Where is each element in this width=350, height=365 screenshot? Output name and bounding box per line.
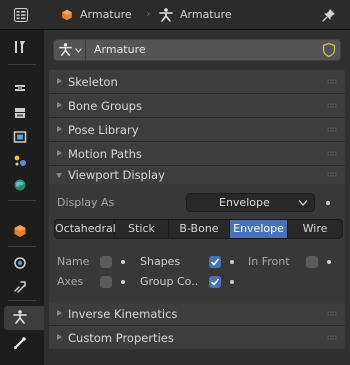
object-icon bbox=[62, 9, 72, 21]
expand-arrow-icon bbox=[56, 173, 62, 178]
output-icon bbox=[15, 108, 25, 118]
breadcrumb-object: Armature bbox=[80, 8, 132, 21]
bone-icon bbox=[14, 337, 26, 349]
tab-world[interactable] bbox=[4, 174, 40, 198]
section-viewport-display[interactable]: Viewport Display bbox=[49, 166, 345, 184]
in-front-checkbox[interactable] bbox=[306, 256, 318, 268]
collapse-arrow-icon bbox=[57, 78, 62, 84]
section-pose-library[interactable]: Pose Library bbox=[49, 118, 345, 141]
display-as-label: Display As bbox=[57, 196, 115, 209]
drag-grip-icon[interactable] bbox=[327, 151, 337, 156]
viewport-display-content: Display As Envelope Octahedral Stick B-B… bbox=[49, 184, 345, 302]
keyframe-dot-icon[interactable] bbox=[230, 280, 234, 284]
section-title: Custom Properties bbox=[68, 331, 174, 345]
checkmark-icon bbox=[210, 258, 220, 266]
drag-grip-icon[interactable] bbox=[327, 79, 337, 84]
tab-render[interactable] bbox=[4, 78, 40, 102]
constraints-icon bbox=[14, 257, 26, 269]
drag-grip-icon[interactable] bbox=[327, 172, 337, 177]
drag-grip-icon[interactable] bbox=[327, 127, 337, 132]
name-checkbox[interactable] bbox=[100, 256, 112, 268]
collapse-arrow-icon bbox=[57, 150, 62, 156]
tab-object[interactable] bbox=[4, 220, 40, 244]
display-type-selector: Octahedral Stick B-Bone Envelope Wire bbox=[54, 219, 343, 239]
tool-icon bbox=[15, 41, 25, 53]
display-as-value: Envelope bbox=[219, 196, 270, 209]
option-stick[interactable]: Stick bbox=[115, 220, 169, 238]
option-octahedral[interactable]: Octahedral bbox=[55, 220, 116, 238]
section-title: Viewport Display bbox=[68, 168, 165, 182]
section-inverse-kinematics[interactable]: Inverse Kinematics bbox=[49, 302, 345, 325]
collapse-arrow-icon bbox=[57, 126, 62, 132]
tab-scene[interactable] bbox=[4, 150, 40, 174]
keyframe-dot-icon[interactable] bbox=[121, 260, 125, 264]
tab-physics[interactable] bbox=[4, 276, 40, 300]
tab-output[interactable] bbox=[4, 102, 40, 126]
tab-bone[interactable] bbox=[4, 332, 40, 356]
keyframe-dot-icon[interactable] bbox=[327, 260, 331, 264]
tab-tool[interactable] bbox=[4, 36, 40, 60]
shapes-label: Shapes bbox=[140, 255, 181, 268]
chevron-down-icon bbox=[298, 200, 308, 206]
section-motion-paths[interactable]: Motion Paths bbox=[49, 142, 345, 165]
keyframe-dot-icon[interactable] bbox=[121, 280, 125, 284]
section-title: Motion Paths bbox=[68, 147, 142, 161]
armature-data-icon bbox=[159, 8, 173, 22]
option-b-bone[interactable]: B-Bone bbox=[169, 220, 230, 238]
section-custom-properties[interactable]: Custom Properties bbox=[49, 326, 345, 349]
option-wire[interactable]: Wire bbox=[288, 220, 342, 238]
fake-user-button[interactable] bbox=[318, 40, 340, 60]
armature-datablock-selector: Armature bbox=[53, 39, 341, 61]
section-title: Skeleton bbox=[68, 75, 118, 89]
keyframe-dot-icon[interactable] bbox=[326, 201, 330, 205]
pin-icon[interactable] bbox=[322, 8, 336, 22]
tab-view-layer[interactable] bbox=[4, 126, 40, 150]
keyframe-dot-icon[interactable] bbox=[230, 260, 234, 264]
group-colors-checkbox[interactable] bbox=[209, 276, 221, 288]
datablock-browse-button[interactable] bbox=[54, 40, 86, 60]
option-envelope[interactable]: Envelope bbox=[230, 220, 288, 238]
datablock-name-field[interactable]: Armature bbox=[94, 43, 146, 56]
section-title: Inverse Kinematics bbox=[68, 307, 178, 321]
axes-checkbox[interactable] bbox=[100, 276, 112, 288]
group-colors-label: Group Co.. bbox=[140, 275, 199, 288]
drag-grip-icon[interactable] bbox=[327, 311, 337, 316]
checkmark-icon bbox=[210, 278, 220, 286]
properties-header: Armature › Armature bbox=[44, 0, 350, 30]
drag-grip-icon[interactable] bbox=[327, 103, 337, 108]
render-icon bbox=[15, 85, 25, 91]
section-bone-groups[interactable]: Bone Groups bbox=[49, 94, 345, 117]
section-title: Bone Groups bbox=[68, 99, 142, 113]
scene-icon bbox=[14, 155, 26, 166]
in-front-label: In Front bbox=[248, 255, 290, 268]
armature-properties-panel: Armature Skeleton Bone Groups Pose Libra… bbox=[44, 30, 350, 365]
collapse-arrow-icon bbox=[57, 102, 62, 108]
armature-data-icon bbox=[13, 310, 27, 324]
shapes-checkbox[interactable] bbox=[209, 256, 221, 268]
section-skeleton[interactable]: Skeleton bbox=[49, 70, 345, 93]
shield-icon bbox=[322, 42, 336, 58]
editor-type-area bbox=[0, 0, 44, 30]
link-icon bbox=[14, 281, 26, 293]
axes-label: Axes bbox=[57, 275, 84, 288]
chevron-down-icon bbox=[75, 48, 82, 53]
tab-armature-data[interactable] bbox=[4, 306, 44, 330]
world-icon bbox=[14, 179, 26, 191]
collapse-arrow-icon bbox=[57, 334, 62, 340]
display-as-dropdown[interactable]: Envelope bbox=[186, 193, 315, 212]
breadcrumb-separator-icon: › bbox=[146, 7, 151, 20]
view-layer-icon bbox=[13, 131, 27, 143]
name-label: Name bbox=[57, 255, 90, 268]
armature-data-icon bbox=[59, 43, 72, 56]
drag-grip-icon[interactable] bbox=[327, 335, 337, 340]
properties-tab-strip bbox=[0, 0, 44, 365]
editor-type-icon[interactable] bbox=[14, 8, 28, 22]
collapse-arrow-icon bbox=[57, 310, 62, 316]
object-icon bbox=[14, 225, 26, 237]
breadcrumb-data: Armature bbox=[180, 8, 232, 21]
section-title: Pose Library bbox=[68, 123, 139, 137]
tab-constraints[interactable] bbox=[4, 252, 40, 276]
